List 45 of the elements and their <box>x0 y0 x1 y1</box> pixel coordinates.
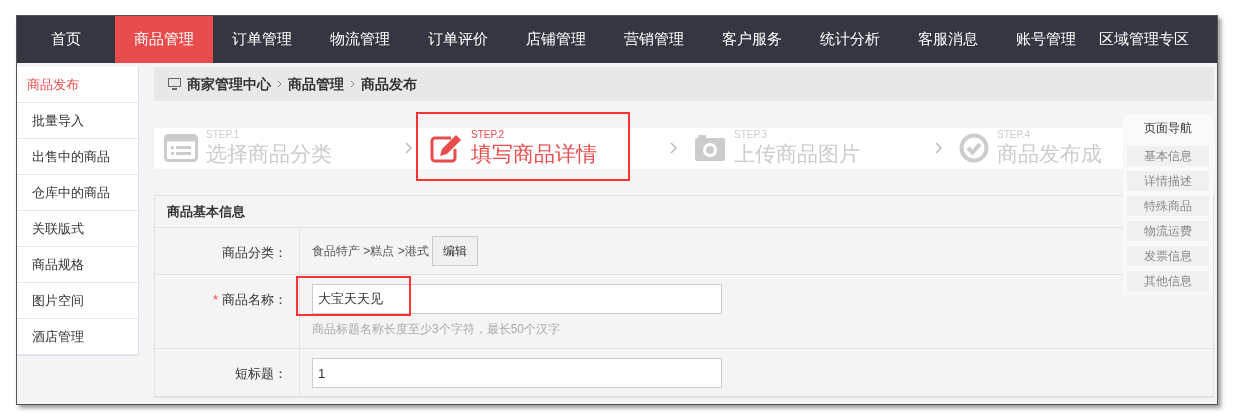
breadcrumb-link[interactable]: 商家管理中心 <box>187 73 271 95</box>
sidebar-item[interactable]: 批量导入 <box>17 103 138 139</box>
edit-icon <box>429 133 463 163</box>
field-label: 短标题： <box>235 365 287 383</box>
sidebar-item[interactable]: 商品发布 <box>17 67 138 103</box>
camera-icon <box>694 134 726 162</box>
field-hint: 商品标题名称长度至少3个字符，最长50个汉字 <box>312 321 562 338</box>
required-mark: * <box>212 291 218 309</box>
nav-tab[interactable]: 商品管理 <box>115 16 213 63</box>
nav-tab[interactable]: 订单评价 <box>409 16 507 63</box>
nav-tab[interactable]: 物流管理 <box>311 16 409 63</box>
nav-tab[interactable]: 店铺管理 <box>507 16 605 63</box>
sidebar-item[interactable]: 出售中的商品 <box>17 139 138 175</box>
field-label: 商品分类： <box>222 244 287 262</box>
sidebar-item[interactable]: 酒店管理 <box>17 319 138 355</box>
step-title: 填写商品详情 <box>471 141 597 167</box>
breadcrumb-link[interactable]: 商品发布 <box>361 73 417 95</box>
sidebar-item[interactable]: 仓库中的商品 <box>17 175 138 211</box>
chevron-right-icon <box>405 142 413 154</box>
chevron-right-icon <box>670 142 678 154</box>
chevron-right-icon <box>277 80 282 88</box>
category-path: 食品特产 >糕点 >港式 <box>312 243 429 260</box>
sidebar-item[interactable]: 关联版式 <box>17 211 138 247</box>
chevron-right-icon <box>935 142 943 154</box>
edit-button[interactable]: 编辑 <box>431 236 478 266</box>
monitor-icon <box>168 78 181 90</box>
chevron-right-icon <box>350 80 355 88</box>
nav-tab[interactable]: 首页 <box>17 16 115 63</box>
nav-tab[interactable]: 订单管理 <box>213 16 311 63</box>
check-circle-icon <box>959 133 989 163</box>
page-nav-title: 页面导航 <box>1144 120 1192 137</box>
nav-tab[interactable]: 客户服务 <box>703 16 801 63</box>
nav-tab[interactable]: 统计分析 <box>801 16 899 63</box>
nav-tab[interactable]: 客服消息 <box>899 16 997 63</box>
nav-tab[interactable]: 区域管理专区 <box>1095 16 1193 63</box>
nav-tab[interactable]: 营销管理 <box>605 16 703 63</box>
sidebar-item[interactable]: 商品规格 <box>17 247 138 283</box>
breadcrumb-link[interactable]: 商品管理 <box>288 73 344 95</box>
step-number: STEP.2 <box>471 129 506 141</box>
sidebar-item[interactable]: 图片空间 <box>17 283 138 319</box>
field-label: 商品名称： <box>222 291 287 309</box>
input-field[interactable]: 1 <box>312 358 722 388</box>
input-field[interactable]: 大宝天天见 <box>312 284 722 314</box>
list-icon <box>164 134 198 162</box>
nav-tab[interactable]: 账号管理 <box>997 16 1095 63</box>
